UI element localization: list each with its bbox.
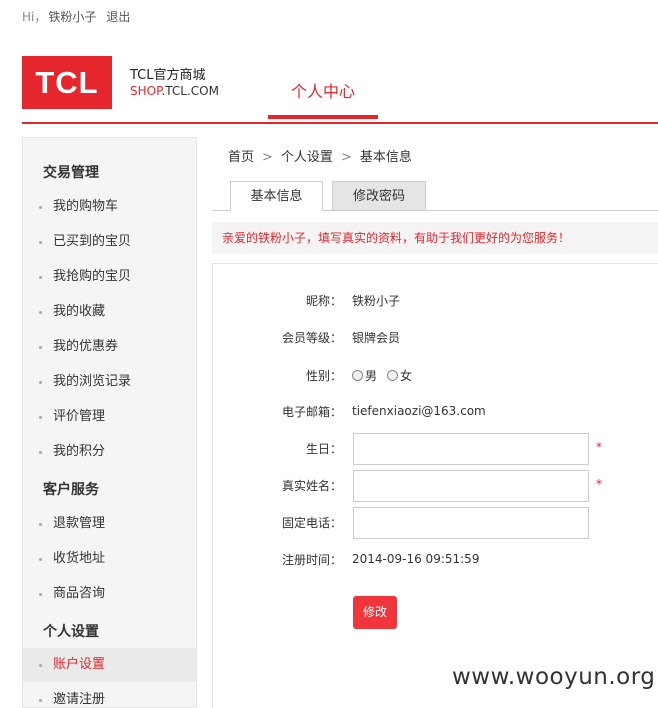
gender-male-label: 男 — [365, 368, 378, 383]
phone-row: 固定电话： — [212, 506, 342, 538]
birthday-required-mark: * — [596, 440, 602, 454]
breadcrumb-home[interactable]: 首页 — [228, 150, 254, 165]
gender-options: 男女 — [352, 367, 422, 384]
bullet-icon — [39, 276, 42, 279]
sidebar-item-label: 我的积分 — [53, 444, 106, 459]
sidebar-group-trade: 交易管理 — [43, 165, 99, 181]
username-link[interactable]: 铁粉小子 — [48, 10, 96, 24]
greeting: Hi， — [22, 10, 47, 24]
breadcrumb-separator: > — [262, 150, 273, 165]
top-bar: Hi， 铁粉小子 退出 — [22, 8, 130, 25]
sidebar-item-label: 我的浏览记录 — [53, 374, 132, 389]
sidebar-item-cart[interactable]: 我的购物车 — [23, 190, 196, 224]
realname-required-mark: * — [596, 477, 602, 491]
header-divider — [22, 122, 658, 124]
bullet-icon — [39, 664, 42, 667]
email-row: 电子邮箱： tiefenxiaozi@163.com — [212, 395, 486, 427]
store-url-suffix: .TCL.COM — [161, 84, 219, 98]
bullet-icon — [39, 558, 42, 561]
bullet-icon — [39, 593, 42, 596]
bullet-icon — [39, 381, 42, 384]
email-label: 电子邮箱： — [281, 404, 342, 419]
sidebar-item-label: 已买到的宝贝 — [53, 234, 132, 249]
nickname-label: 昵称： — [305, 293, 342, 308]
sidebar-item-label: 我的收藏 — [53, 304, 106, 319]
birthday-row: 生日： — [212, 432, 342, 464]
realname-row: 真实姓名： — [212, 469, 342, 501]
nav-active-indicator — [268, 115, 378, 119]
bullet-icon — [39, 416, 42, 419]
store-url: SHOP.TCL.COM — [130, 84, 219, 98]
nav-personal-center[interactable]: 个人中心 — [268, 78, 378, 102]
phone-label: 固定电话： — [281, 515, 342, 530]
radio-icon — [387, 369, 399, 381]
member-level-label: 会员等级： — [281, 330, 342, 345]
bullet-icon — [39, 241, 42, 244]
bullet-icon — [39, 311, 42, 314]
store-name: TCL官方商城 — [130, 68, 206, 83]
bullet-icon — [39, 206, 42, 209]
tab-change-password[interactable]: 修改密码 — [332, 181, 426, 211]
bullet-icon — [39, 451, 42, 454]
sidebar-item-refunds[interactable]: 退款管理 — [23, 507, 196, 541]
nickname-row: 昵称： 铁粉小子 — [212, 284, 400, 316]
sidebar-item-label: 商品咨询 — [53, 586, 106, 601]
sidebar-item-label: 我的优惠券 — [53, 339, 119, 354]
sidebar-item-label: 我的购物车 — [53, 199, 119, 214]
sidebar-item-favorites[interactable]: 我的收藏 — [23, 295, 196, 329]
member-level-row: 会员等级： 银牌会员 — [212, 321, 400, 353]
submit-button[interactable]: 修改 — [353, 596, 397, 629]
sidebar-item-inquiries[interactable]: 商品咨询 — [23, 577, 196, 611]
sidebar-item-coupons[interactable]: 我的优惠券 — [23, 330, 196, 364]
sidebar-item-label: 邀请注册 — [53, 692, 106, 707]
breadcrumb-current: 基本信息 — [359, 150, 412, 165]
phone-input[interactable] — [353, 507, 589, 539]
sidebar-item-account-settings[interactable]: 账户设置 — [23, 648, 196, 682]
tcl-logo[interactable]: TCL — [22, 56, 112, 109]
bullet-icon — [39, 523, 42, 526]
gender-male-radio[interactable]: 男 — [352, 367, 377, 384]
sidebar-group-service: 客户服务 — [43, 482, 99, 498]
regtime-row: 注册时间： 2014-09-16 09:51:59 — [212, 543, 479, 575]
birthday-label: 生日： — [305, 441, 342, 456]
bullet-icon — [39, 346, 42, 349]
nickname-value: 铁粉小子 — [352, 293, 401, 308]
radio-icon — [352, 369, 363, 381]
realname-input[interactable] — [353, 470, 589, 502]
realname-label: 真实姓名： — [281, 478, 342, 493]
sidebar-item-flash-buy[interactable]: 我抢购的宝贝 — [23, 260, 196, 294]
sidebar-item-label: 退款管理 — [53, 516, 106, 531]
gender-female-label: 女 — [400, 368, 413, 383]
info-notice: 亲爱的铁粉小子，填写真实的资料，有助于我们更好的为您服务！ — [212, 222, 658, 254]
sidebar-item-reviews[interactable]: 评价管理 — [23, 400, 196, 434]
sidebar-item-label: 收货地址 — [53, 551, 106, 566]
sidebar-item-label: 评价管理 — [53, 409, 106, 424]
breadcrumb-personal-settings[interactable]: 个人设置 — [281, 150, 333, 165]
sidebar-item-addresses[interactable]: 收货地址 — [23, 542, 196, 576]
sidebar-item-label: 我抢购的宝贝 — [53, 269, 132, 284]
tab-basic-info[interactable]: 基本信息 — [230, 181, 323, 211]
gender-row: 性别： 男女 — [212, 359, 422, 391]
sidebar-item-label: 账户设置 — [53, 657, 106, 672]
member-level-value: 银牌会员 — [352, 330, 401, 345]
store-url-prefix: SHOP — [130, 84, 162, 98]
regtime-value: 2014-09-16 09:51:59 — [352, 552, 480, 566]
email-value: tiefenxiaozi@163.com — [352, 404, 486, 418]
sidebar-item-history[interactable]: 我的浏览记录 — [23, 365, 196, 399]
birthday-input[interactable] — [353, 433, 589, 465]
bullet-icon — [39, 699, 42, 702]
sidebar-item-points[interactable]: 我的积分 — [23, 435, 196, 469]
sidebar-item-invite[interactable]: 邀请注册 — [23, 683, 196, 708]
watermark: www.wooyun.org — [452, 664, 656, 690]
sidebar-item-bought[interactable]: 已买到的宝贝 — [23, 225, 196, 259]
breadcrumb-separator: > — [340, 150, 352, 165]
gender-label: 性别： — [305, 368, 342, 383]
breadcrumb: 首页 > 个人设置 > 基本信息 — [228, 146, 412, 165]
logout-link[interactable]: 退出 — [106, 10, 130, 24]
sidebar-group-settings: 个人设置 — [43, 624, 99, 640]
sidebar: 交易管理 我的购物车 已买到的宝贝 我抢购的宝贝 我的收藏 我的优惠券 我的浏览… — [22, 137, 197, 708]
regtime-label: 注册时间： — [281, 552, 342, 567]
gender-female-radio[interactable]: 女 — [387, 367, 412, 384]
